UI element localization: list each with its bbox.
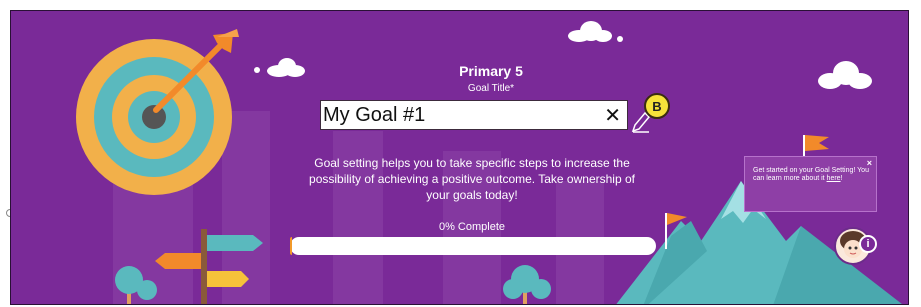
tooltip-link[interactable]: here xyxy=(827,175,841,182)
title-block: Primary 5 Goal Title* xyxy=(411,63,571,94)
goal-setting-panel: Primary 5 Goal Title* My Goal #1 ✕ B Goa… xyxy=(10,10,909,305)
tree-icon xyxy=(503,265,551,304)
cloud-icon xyxy=(568,21,623,42)
tree-icon xyxy=(115,266,157,304)
arrow-icon xyxy=(153,29,239,113)
close-icon[interactable]: ✕ xyxy=(604,103,627,128)
tooltip-text: Get started on your Goal Setting! You ca… xyxy=(753,167,869,182)
progress-bar xyxy=(290,237,656,255)
info-icon[interactable]: i xyxy=(859,235,877,253)
tooltip-text-end: ! xyxy=(840,175,843,182)
progress-label: 0% Complete xyxy=(438,221,506,233)
cloud-icon xyxy=(254,58,305,77)
goal-description: Goal setting helps you to take specific … xyxy=(309,156,635,202)
help-tooltip: × Get started on your Goal Setting! You … xyxy=(744,156,877,212)
goal-title-label: Goal Title* xyxy=(467,83,515,94)
progress-fill xyxy=(290,237,292,255)
annotation-badge: B xyxy=(644,93,670,119)
cloud-icon xyxy=(818,61,872,89)
flag-icon xyxy=(665,213,687,249)
signpost-icon xyxy=(155,229,263,304)
goal-title-input[interactable]: My Goal #1 ✕ xyxy=(320,100,628,130)
page-title: Primary 5 xyxy=(459,63,523,79)
goal-title-value[interactable]: My Goal #1 xyxy=(321,104,604,127)
close-icon[interactable]: × xyxy=(867,159,872,168)
